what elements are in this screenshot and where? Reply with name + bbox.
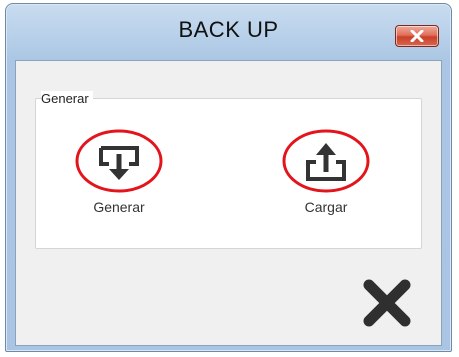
cargar-action[interactable]: Cargar bbox=[281, 129, 371, 215]
title-bar[interactable]: BACK UP bbox=[6, 4, 451, 56]
exit-button[interactable] bbox=[363, 279, 411, 327]
upload-from-tray-icon bbox=[282, 129, 370, 193]
download-to-tray-icon bbox=[75, 129, 163, 193]
cargar-label: Cargar bbox=[304, 199, 348, 215]
generar-groupbox: Generar Generar Cargar bbox=[35, 91, 422, 249]
window-close-button[interactable] bbox=[395, 25, 439, 47]
dialog-client-area: Generar Generar Cargar bbox=[15, 60, 442, 346]
big-x-icon bbox=[363, 279, 411, 327]
close-x-icon bbox=[410, 30, 424, 42]
generar-label: Generar bbox=[93, 199, 145, 215]
backup-dialog-window: BACK UP Generar Generar Cargar bbox=[5, 3, 452, 352]
window-title: BACK UP bbox=[178, 17, 279, 42]
groupbox-label: Generar bbox=[41, 91, 93, 106]
generar-action[interactable]: Generar bbox=[74, 129, 164, 215]
